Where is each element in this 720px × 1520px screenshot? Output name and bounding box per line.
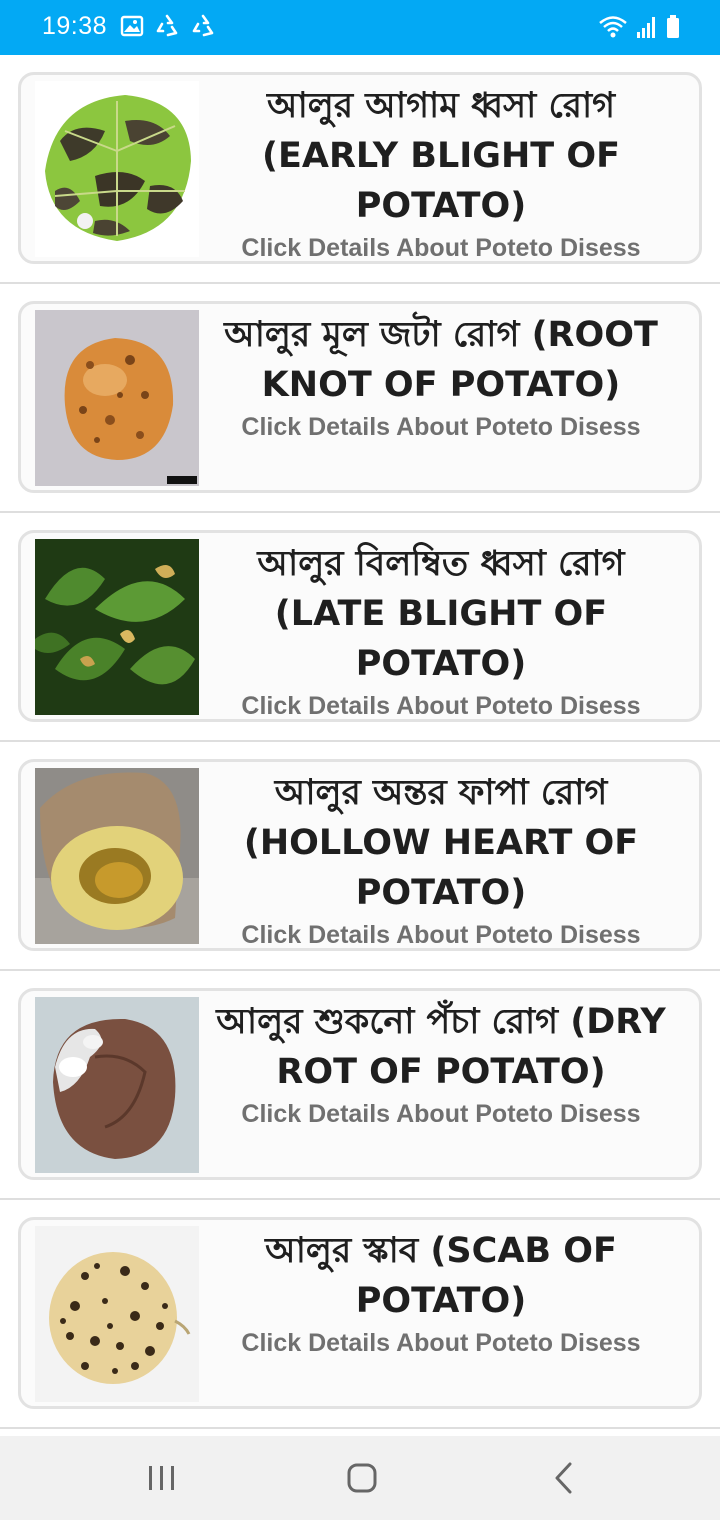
dry-rot-potato-image xyxy=(35,997,199,1173)
disease-title: আলুর স্কাব (SCAB OF POTATO) xyxy=(265,1231,617,1321)
disease-title: আলুর শুকনো পঁচা রোগ (DRY ROT OF POTATO) xyxy=(216,1002,666,1092)
recent-apps-icon[interactable] xyxy=(142,1458,182,1498)
list-item: আলুর স্কাব (SCAB OF POTATO) Click Detail… xyxy=(0,1200,720,1429)
status-time: 19:38 xyxy=(42,12,108,40)
disease-subtitle: Click Details About Poteto Disess xyxy=(241,1329,641,1357)
recycle-icon xyxy=(156,14,178,37)
root-knot-potato-image xyxy=(35,310,199,486)
early-blight-leaf-image xyxy=(35,81,199,257)
disease-card-root-knot[interactable]: আলুর মূল জটা রোগ (ROOT KNOT OF POTATO) C… xyxy=(18,301,702,493)
disease-title: আলুর মূল জটা রোগ (ROOT KNOT OF POTATO) xyxy=(224,315,658,405)
navigation-bar xyxy=(0,1436,720,1520)
disease-subtitle: Click Details About Poteto Disess xyxy=(241,692,641,715)
recycle-icon xyxy=(192,14,214,37)
signal-icon xyxy=(637,17,655,38)
disease-list: আলুর আগাম ধ্বসা রোগ (EARLY BLIGHT OF POT… xyxy=(0,55,720,1429)
home-icon[interactable] xyxy=(342,1458,382,1498)
image-icon xyxy=(120,15,144,37)
status-bar: 19:38 xyxy=(0,0,720,55)
disease-subtitle: Click Details About Poteto Disess xyxy=(241,234,641,257)
list-item: আলুর অন্তর ফাপা রোগ (HOLLOW HEART OF POT… xyxy=(0,742,720,971)
disease-card-scab[interactable]: আলুর স্কাব (SCAB OF POTATO) Click Detail… xyxy=(18,1217,702,1409)
disease-card-early-blight[interactable]: আলুর আগাম ধ্বসা রোগ (EARLY BLIGHT OF POT… xyxy=(18,72,702,264)
disease-subtitle: Click Details About Poteto Disess xyxy=(241,1100,641,1128)
disease-card-dry-rot[interactable]: আলুর শুকনো পঁচা রোগ (DRY ROT OF POTATO) … xyxy=(18,988,702,1180)
wifi-icon xyxy=(599,16,627,38)
disease-title: আলুর আগাম ধ্বসা রোগ (EARLY BLIGHT OF POT… xyxy=(261,86,621,226)
list-item: আলুর শুকনো পঁচা রোগ (DRY ROT OF POTATO) … xyxy=(0,971,720,1200)
list-item: আলুর মূল জটা রোগ (ROOT KNOT OF POTATO) C… xyxy=(0,284,720,513)
late-blight-leaves-image xyxy=(35,539,199,715)
back-icon[interactable] xyxy=(544,1458,584,1498)
disease-title: আলুর অন্তর ফাপা রোগ (HOLLOW HEART OF POT… xyxy=(243,773,639,913)
list-item: আলুর আগাম ধ্বসা রোগ (EARLY BLIGHT OF POT… xyxy=(0,55,720,284)
list-item: আলুর বিলম্বিত ধ্বসা রোগ (LATE BLIGHT OF … xyxy=(0,513,720,742)
disease-card-late-blight[interactable]: আলুর বিলম্বিত ধ্বসা রোগ (LATE BLIGHT OF … xyxy=(18,530,702,722)
hollow-heart-potato-image xyxy=(35,768,199,944)
disease-subtitle: Click Details About Poteto Disess xyxy=(241,921,641,944)
disease-card-hollow-heart[interactable]: আলুর অন্তর ফাপা রোগ (HOLLOW HEART OF POT… xyxy=(18,759,702,951)
battery-icon xyxy=(667,15,679,38)
disease-subtitle: Click Details About Poteto Disess xyxy=(241,413,641,441)
disease-title: আলুর বিলম্বিত ধ্বসা রোগ (LATE BLIGHT OF … xyxy=(257,544,625,684)
scab-potato-image xyxy=(35,1226,199,1402)
